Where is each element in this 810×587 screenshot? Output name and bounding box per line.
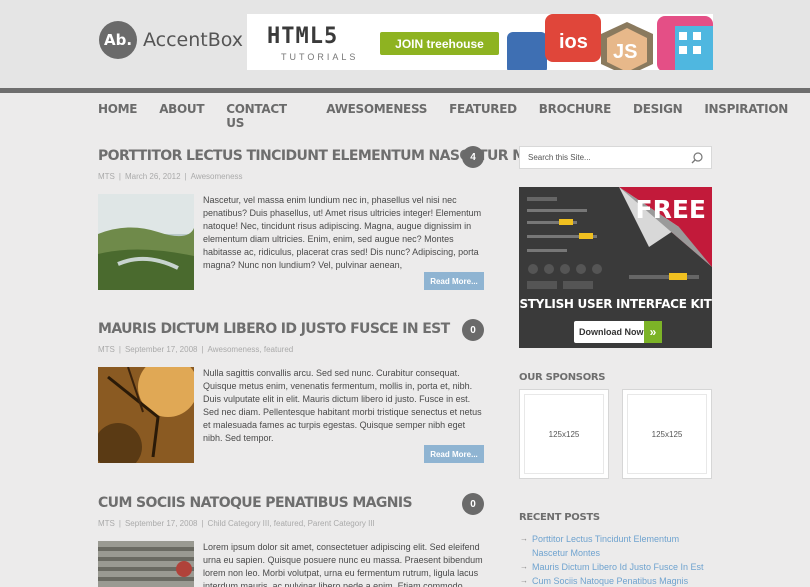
- banner-badges-illustration: ios JS: [507, 14, 713, 70]
- post-excerpt: Lorem ipsum dolor sit amet, consectetuer…: [203, 542, 483, 587]
- post-excerpt: Nascetur, vel massa enim lundium nec in,…: [203, 195, 482, 270]
- banner-tag-ios: ios: [559, 31, 588, 53]
- post-meta: MTS | March 26, 2012 | Awesomeness: [98, 172, 243, 181]
- banner-tag-js: JS: [613, 41, 637, 63]
- banner-subtitle: TUTORIALS: [281, 52, 359, 62]
- post-author[interactable]: MTS: [98, 172, 115, 181]
- nav-featured[interactable]: FEATURED: [449, 102, 517, 130]
- banner-title: HTML5: [267, 24, 339, 49]
- post-date: September 17, 2008: [124, 345, 198, 354]
- post-thumbnail[interactable]: [98, 367, 194, 463]
- post-title[interactable]: MAURIS DICTUM LIBERO ID JUSTO FUSCE IN E…: [98, 321, 486, 337]
- recent-posts-heading: RECENT POSTS: [519, 512, 600, 523]
- post-date: September 17, 2008: [124, 519, 198, 528]
- site-logo[interactable]: Ab. AccentBox: [99, 21, 243, 59]
- search-input[interactable]: Search this Site...: [528, 153, 591, 162]
- post-author[interactable]: MTS: [98, 519, 115, 528]
- sponsor-slot-1[interactable]: 125x125: [519, 389, 609, 479]
- post-categories[interactable]: Awesomeness: [191, 172, 243, 181]
- site-header: Ab. AccentBox HTML5 TUTORIALS JOIN treeh…: [0, 0, 810, 88]
- post-thumbnail[interactable]: [98, 541, 194, 587]
- post-title[interactable]: CUM SOCIIS NATOQUE PENATIBUS MAGNIS: [98, 495, 486, 511]
- post-excerpt: Nulla sagittis convallis arcu. Sed sed n…: [203, 368, 482, 443]
- comment-count-badge[interactable]: 4: [462, 146, 484, 168]
- sponsor-slot-2[interactable]: 125x125: [622, 389, 712, 479]
- post-date: March 26, 2012: [124, 172, 181, 181]
- header-divider: [0, 88, 810, 93]
- ad-free-label: FREE: [635, 195, 706, 224]
- banner-join-button[interactable]: JOIN treehouse: [380, 32, 499, 55]
- nav-awesomeness[interactable]: AWESOMENESS: [326, 102, 427, 130]
- post-3: CUM SOCIIS NATOQUE PENATIBUS MAGNIS 0 MT…: [98, 493, 486, 587]
- nav-brochure[interactable]: BROCHURE: [539, 102, 612, 130]
- nav-contact-us[interactable]: CONTACT US: [226, 102, 304, 130]
- read-more-button[interactable]: Read More...: [424, 445, 484, 463]
- logo-name: AccentBox: [143, 29, 244, 51]
- post-thumbnail[interactable]: [98, 194, 194, 290]
- recent-posts-list: Porttitor Lectus Tincidunt Elementum Nas…: [520, 532, 712, 587]
- header-banner-ad[interactable]: HTML5 TUTORIALS JOIN treehouse ios JS: [247, 14, 713, 70]
- search-icon[interactable]: [691, 152, 703, 164]
- ad-download-label: Download Now: [579, 327, 644, 337]
- nav-about[interactable]: ABOUT: [159, 102, 204, 130]
- recent-post-link[interactable]: Porttitor Lectus Tincidunt Elementum Nas…: [520, 532, 712, 560]
- download-arrow-icon: »: [644, 321, 662, 343]
- post-1: PORTTITOR LECTUS TINCIDUNT ELEMENTUM NAS…: [98, 146, 576, 290]
- ad-headline: STYLISH USER INTERFACE KIT: [519, 297, 712, 311]
- nav-design[interactable]: DESIGN: [633, 102, 683, 130]
- main-nav: HOME ABOUT CONTACT US AWESOMENESS FEATUR…: [98, 102, 810, 130]
- post-meta: MTS | September 17, 2008 | Child Category II…: [98, 519, 375, 528]
- comment-count-badge[interactable]: 0: [462, 319, 484, 341]
- recent-post-link[interactable]: Mauris Dictum Libero Id Justo Fusce In E…: [520, 560, 712, 574]
- post-author[interactable]: MTS: [98, 345, 115, 354]
- logo-mark: Ab.: [99, 21, 137, 59]
- read-more-button[interactable]: Read More...: [424, 272, 484, 290]
- nav-home[interactable]: HOME: [98, 102, 137, 130]
- post-meta: MTS | September 17, 2008 | Awesomeness, feat…: [98, 345, 294, 354]
- post-2: MAURIS DICTUM LIBERO ID JUSTO FUSCE IN E…: [98, 319, 486, 463]
- post-title[interactable]: PORTTITOR LECTUS TINCIDUNT ELEMENTUM NAS…: [98, 148, 576, 164]
- search-box[interactable]: Search this Site...: [519, 146, 712, 169]
- post-categories[interactable]: Child Category III, featured, Parent Cat…: [208, 519, 375, 528]
- ad-download-button[interactable]: Download Now »: [574, 321, 662, 343]
- sidebar-ad-ui-kit[interactable]: FREE STYLISH USER INTERFACE KIT Download…: [519, 187, 712, 348]
- nav-inspiration[interactable]: INSPIRATION: [704, 102, 788, 130]
- post-categories[interactable]: Awesomeness, featured: [208, 345, 294, 354]
- comment-count-badge[interactable]: 0: [462, 493, 484, 515]
- recent-post-link[interactable]: Cum Sociis Natoque Penatibus Magnis: [520, 574, 712, 587]
- sponsors-heading: OUR SPONSORS: [519, 372, 606, 383]
